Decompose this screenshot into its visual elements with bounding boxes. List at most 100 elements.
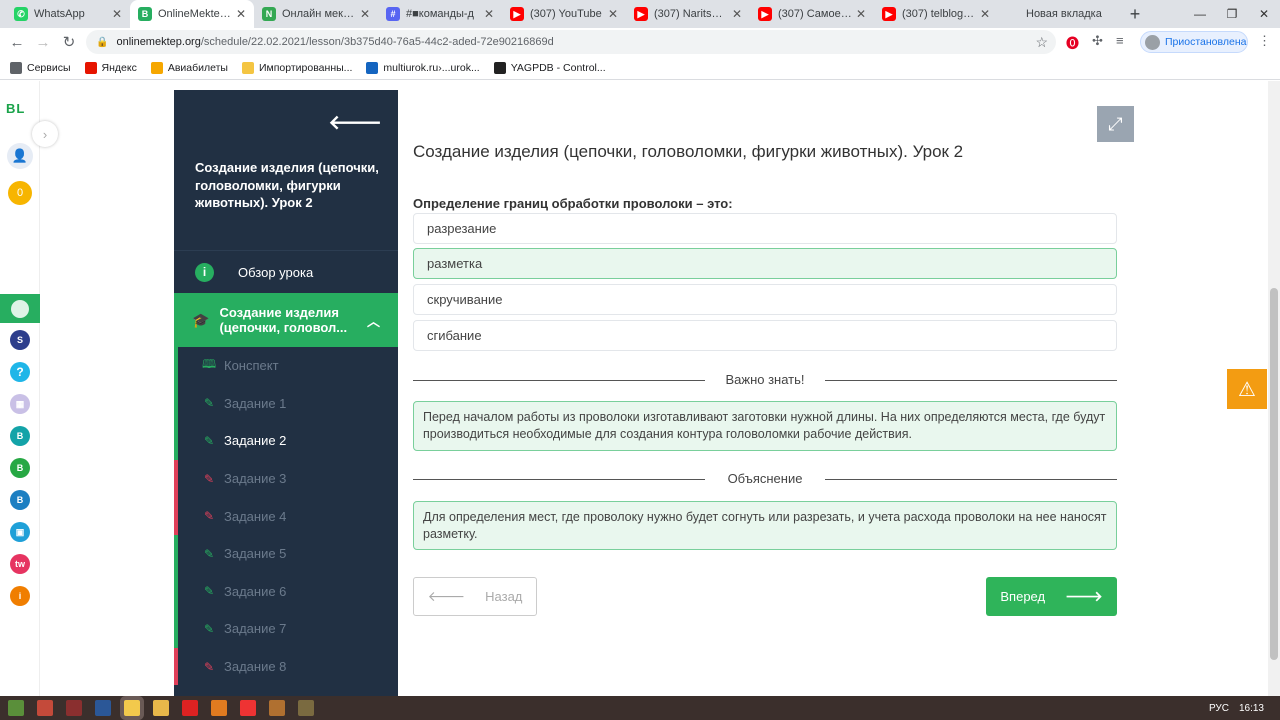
tab-close-icon[interactable]: ✕ — [236, 7, 246, 21]
taskbar-app-icon[interactable] — [37, 700, 53, 716]
close-icon[interactable]: ✕ — [1248, 0, 1280, 28]
bookmark-star-icon[interactable]: ☆ — [1035, 34, 1048, 51]
tab-close-icon[interactable]: ✕ — [856, 7, 866, 21]
browser-tab[interactable]: ▶ (307) Самое быс ✕ — [750, 0, 874, 28]
lesson-item-list: 🕮 Конспект ✎ Задание 1 ✎ Задание 2 ✎ Задание 3 ✎… — [174, 347, 398, 686]
tab-title: (307) Naritsa - Yo — [654, 8, 728, 20]
next-button[interactable]: Вперед 🡒 — [986, 577, 1117, 616]
taskbar-app-icon[interactable] — [95, 700, 111, 716]
help-icon[interactable]: ? — [10, 362, 30, 382]
vlc-taskbar-icon[interactable] — [211, 700, 227, 716]
sidebar-item-task[interactable]: 🕮 Конспект — [174, 347, 398, 385]
tab-close-icon[interactable]: ✕ — [484, 7, 494, 21]
sidebar-item-task[interactable]: ✎ Задание 8 — [174, 647, 398, 686]
tab-close-icon[interactable]: ✕ — [980, 7, 990, 21]
explorer-taskbar-icon[interactable] — [153, 700, 169, 716]
rail-bilimbook-icon[interactable]: B — [10, 490, 30, 510]
divider-line-right — [825, 380, 1117, 381]
browser-tab[interactable]: # #■команды-д ✕ — [378, 0, 502, 28]
answer-option[interactable]: разрезание — [413, 213, 1117, 244]
report-warning-icon[interactable]: ⚠ — [1227, 369, 1267, 409]
taskbar-app-icon[interactable] — [269, 700, 285, 716]
browser-tab[interactable]: ✆ WhatsApp ✕ — [6, 0, 130, 28]
yandex-icon — [84, 61, 97, 74]
sidebar-item-task[interactable]: ✎ Задание 2 — [174, 422, 398, 460]
forward-arrow-icon[interactable]: → — [30, 29, 56, 55]
tab-close-icon[interactable]: ✕ — [732, 7, 742, 21]
bookmarks-bar: Сервисы Яндекс Авиабилеты Импортированны...… — [0, 56, 1280, 80]
yandex-taskbar-icon[interactable] — [240, 700, 256, 716]
coins-badge[interactable]: 0 — [8, 181, 32, 205]
sidebar-item-overview[interactable]: i Обзор урока — [174, 251, 398, 293]
page-title: Создание изделия (цепочки, головоломки, … — [413, 142, 964, 161]
rail-quiz-icon[interactable]: ▦ — [10, 394, 30, 414]
chrome-taskbar-icon[interactable] — [124, 700, 140, 716]
tab-close-icon[interactable]: ✕ — [112, 7, 122, 21]
rail-bilim-icon[interactable]: B — [10, 426, 30, 446]
extensions-puzzle-icon[interactable]: ✣ — [1092, 33, 1103, 49]
browser-tab[interactable]: B OnlineMektep - E ✕ — [130, 0, 254, 28]
rail-imektep-icon[interactable]: i — [10, 586, 30, 606]
opera-taskbar-icon[interactable] — [182, 700, 198, 716]
reading-list-icon[interactable]: ≡ — [1116, 33, 1124, 48]
sidebar-item-task[interactable]: ✎ Задание 7 — [174, 610, 398, 648]
tab-title: Новая вкладка — [1026, 8, 1102, 20]
fullscreen-expand-icon[interactable]: ⤢ — [1097, 106, 1134, 142]
book-icon — [366, 61, 379, 74]
back-button[interactable]: 🡐 Назад — [413, 577, 537, 616]
bookmark-item[interactable]: YAGPDB - Control... — [493, 61, 606, 74]
scrollbar-thumb[interactable] — [1270, 288, 1278, 660]
browser-menu-icon[interactable]: ⋮ — [1258, 33, 1271, 49]
answer-option[interactable]: сгибание — [413, 320, 1117, 351]
rail-bilimland-icon[interactable]: B — [10, 458, 30, 478]
sidebar-item-task[interactable]: ✎ Задание 6 — [174, 572, 398, 611]
rail-media-icon[interactable]: ▣ — [10, 522, 30, 542]
maximize-icon[interactable]: ❐ — [1216, 0, 1248, 28]
browser-tab[interactable]: N Онлайн мектеп ✕ — [254, 0, 378, 28]
browser-tab[interactable]: ▶ (307) telblog.net ✕ — [874, 0, 998, 28]
browser-tab[interactable]: ▶ (307) YouTube ✕ — [502, 0, 626, 28]
bookmark-label: multiurok.ru›...urok... — [383, 61, 480, 74]
user-avatar[interactable]: 👤 — [7, 143, 33, 169]
folder-icon — [241, 61, 254, 74]
pinterest-extension-icon[interactable]: ⓿ — [1066, 33, 1079, 52]
answer-option[interactable]: разметка — [413, 248, 1117, 279]
taskbar-app-icon[interactable] — [8, 700, 24, 716]
tab-close-icon[interactable]: ✕ — [360, 7, 370, 21]
sidebar-section-lesson[interactable]: 🎓 Создание изделия (цепочки, головол... … — [174, 293, 398, 347]
new-tab-button[interactable]: + — [1122, 0, 1148, 28]
rail-item-lessons[interactable] — [0, 294, 40, 323]
back-arrow-icon[interactable]: ← — [4, 29, 30, 55]
chevron-up-icon[interactable]: ︿ — [367, 311, 380, 330]
sidebar-item-task[interactable]: ✎ Задание 5 — [174, 534, 398, 573]
tab-close-icon[interactable]: ✕ — [608, 7, 618, 21]
sidebar-item-task[interactable]: ✎ Задание 1 — [174, 384, 398, 423]
chevron-right-icon[interactable]: › — [32, 121, 58, 147]
taskbar-app-icon[interactable] — [66, 700, 82, 716]
app-logo[interactable]: BL — [6, 101, 25, 116]
lock-icon[interactable]: 🔒 — [96, 37, 108, 48]
tray-clock[interactable]: 16:13 — [1239, 703, 1264, 714]
reload-icon[interactable]: ↻ — [56, 29, 82, 55]
profile-button[interactable]: Приостановлена — [1140, 31, 1248, 53]
address-bar[interactable]: 🔒 onlinemektep.org/schedule/22.02.2021/l… — [86, 30, 1056, 54]
bookmark-item[interactable]: multiurok.ru›...urok... — [366, 61, 480, 74]
bot-icon — [493, 61, 506, 74]
rail-twig-icon[interactable]: tw — [10, 554, 30, 574]
bookmark-item[interactable]: Авиабилеты — [150, 61, 228, 74]
arrow-left-icon[interactable]: 🡐 — [328, 110, 382, 135]
page-scrollbar[interactable] — [1268, 81, 1280, 696]
browser-tab[interactable]: Новая вкладка — [998, 0, 1122, 28]
answer-option[interactable]: скручивание — [413, 284, 1117, 315]
minimize-icon[interactable]: — — [1184, 0, 1216, 28]
sidebar-item-task[interactable]: ✎ Задание 3 — [174, 459, 398, 498]
bookmark-item[interactable]: Яндекс — [84, 61, 137, 74]
bookmark-item[interactable]: Сервисы — [10, 61, 71, 74]
rail-smart-icon[interactable]: S — [10, 330, 30, 350]
bookmark-item[interactable]: Импортированны... — [241, 61, 352, 74]
tray-lang[interactable]: РУС — [1209, 703, 1229, 714]
browser-tab[interactable]: ▶ (307) Naritsa - Yo ✕ — [626, 0, 750, 28]
taskbar-app-icon[interactable] — [298, 700, 314, 716]
tab-favicon-icon: ✆ — [14, 7, 28, 21]
sidebar-item-task[interactable]: ✎ Задание 4 — [174, 497, 398, 535]
